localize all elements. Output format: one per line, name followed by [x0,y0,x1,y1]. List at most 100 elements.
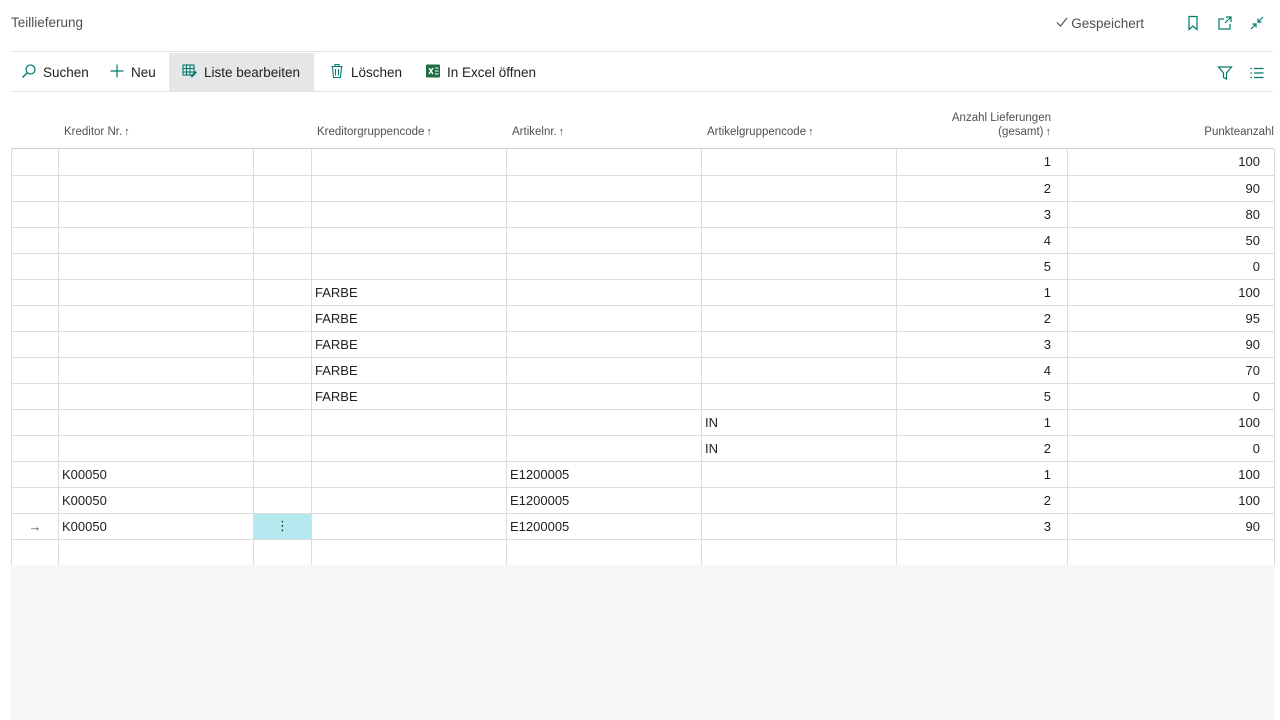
cell-item-group[interactable] [701,175,897,202]
cell-deliveries[interactable]: 2 [896,305,1068,332]
open-in-excel-button[interactable]: In Excel öffnen [425,53,536,91]
row-action-cell[interactable] [253,149,312,176]
search-button[interactable]: Suchen [21,53,89,91]
row-action-cell[interactable] [253,175,312,202]
cell-vendor-no[interactable] [58,539,254,566]
cell-item-group[interactable] [701,357,897,384]
cell-points[interactable]: 95 [1067,305,1275,332]
column-header-points[interactable]: Punkteanzahl [1204,125,1274,139]
table-row[interactable]: FARBE 1 100 [11,279,1275,306]
cell-vendor-no[interactable] [58,253,254,280]
cell-item-group[interactable] [701,227,897,254]
row-selector[interactable] [11,357,59,384]
cell-item-no[interactable] [506,357,702,384]
new-button[interactable]: Neu [109,53,156,91]
cell-item-no[interactable] [506,383,702,410]
cell-item-group[interactable] [701,331,897,358]
row-selector[interactable] [11,409,59,436]
row-selector[interactable]: → [11,513,59,540]
row-action-cell[interactable] [253,227,312,254]
row-action-cell[interactable]: ⋮ [253,513,312,540]
cell-vendor-no[interactable] [58,331,254,358]
cell-item-group[interactable] [701,513,897,540]
cell-points[interactable]: 90 [1067,513,1275,540]
row-action-cell[interactable] [253,331,312,358]
more-options-icon[interactable]: ⋮ [276,518,289,533]
cell-item-group[interactable] [701,461,897,488]
cell-deliveries[interactable]: 1 [896,279,1068,306]
cell-vendor-group[interactable] [311,201,507,228]
cell-vendor-group[interactable] [311,435,507,462]
row-selector[interactable] [11,305,59,332]
cell-item-group[interactable] [701,253,897,280]
table-row[interactable]: FARBE 5 0 [11,383,1275,410]
row-selector[interactable] [11,227,59,254]
cell-vendor-group[interactable] [311,175,507,202]
row-action-cell[interactable] [253,201,312,228]
cell-vendor-group[interactable] [311,253,507,280]
cell-deliveries[interactable]: 4 [896,357,1068,384]
table-row[interactable]: 50 [11,253,1275,280]
column-header-vendor-group[interactable]: Kreditorgruppencode ↑ [317,125,432,139]
cell-item-no[interactable] [506,305,702,332]
column-header-vendor-no[interactable]: Kreditor Nr. ↑ [64,125,130,139]
column-header-item-no[interactable]: Artikelnr. ↑ [512,125,564,139]
cell-vendor-no[interactable] [58,227,254,254]
edit-list-button[interactable]: Liste bearbeiten [169,53,314,91]
cell-item-group[interactable] [701,201,897,228]
cell-item-no[interactable]: E1200005 [506,487,702,514]
table-row[interactable]: 2 90 [11,175,1275,202]
cell-item-no[interactable] [506,435,702,462]
cell-vendor-group[interactable] [311,539,507,566]
cell-deliveries[interactable]: 1 [896,461,1068,488]
cell-item-group[interactable] [701,305,897,332]
row-action-cell[interactable] [253,435,312,462]
cell-deliveries[interactable]: 4 [896,227,1068,254]
delete-button[interactable]: Löschen [329,53,402,91]
collapse-icon[interactable] [1247,13,1267,33]
cell-deliveries[interactable]: 3 [896,331,1068,358]
cell-points[interactable]: 100 [1067,279,1275,306]
cell-item-no[interactable] [506,409,702,436]
cell-vendor-no[interactable] [58,305,254,332]
column-header-item-group[interactable]: Artikelgruppencode ↑ [707,125,814,139]
cell-item-no[interactable] [506,227,702,254]
cell-points[interactable]: 100 [1067,149,1275,176]
cell-vendor-group[interactable]: FARBE [311,331,507,358]
cell-vendor-group[interactable] [311,409,507,436]
cell-vendor-group[interactable]: FARBE [311,357,507,384]
cell-points[interactable]: 100 [1067,461,1275,488]
row-selector[interactable] [11,201,59,228]
table-row[interactable]: 1 100 [11,149,1275,176]
cell-deliveries[interactable]: 3 [896,513,1068,540]
table-row[interactable]: 4 50 [11,227,1275,254]
cell-deliveries[interactable]: 2 [896,435,1068,462]
cell-vendor-no[interactable] [58,175,254,202]
open-new-window-icon[interactable] [1215,13,1235,33]
row-selector[interactable] [11,487,59,514]
cell-vendor-group[interactable] [311,461,507,488]
cell-item-no[interactable] [506,253,702,280]
cell-vendor-group[interactable] [311,487,507,514]
cell-vendor-no[interactable]: K00050 [58,487,254,514]
cell-vendor-group[interactable]: FARBE [311,305,507,332]
cell-deliveries[interactable]: 3 [896,201,1068,228]
table-row[interactable]: IN 1 100 [11,409,1275,436]
cell-points[interactable]: 90 [1067,175,1275,202]
cell-deliveries[interactable]: 2 [896,487,1068,514]
cell-item-group[interactable] [701,383,897,410]
row-action-cell[interactable] [253,539,312,566]
cell-vendor-no[interactable] [58,279,254,306]
row-action-cell[interactable] [253,305,312,332]
row-action-cell[interactable] [253,279,312,306]
cell-item-group[interactable] [701,539,897,566]
row-selector[interactable] [11,253,59,280]
cell-points[interactable]: 90 [1067,331,1275,358]
table-row[interactable]: FARBE 3 90 [11,331,1275,358]
row-selector[interactable] [11,279,59,306]
row-action-cell[interactable] [253,253,312,280]
cell-vendor-group[interactable]: FARBE [311,383,507,410]
table-row[interactable]: 3 80 [11,201,1275,228]
cell-vendor-group[interactable] [311,513,507,540]
row-action-cell[interactable] [253,409,312,436]
